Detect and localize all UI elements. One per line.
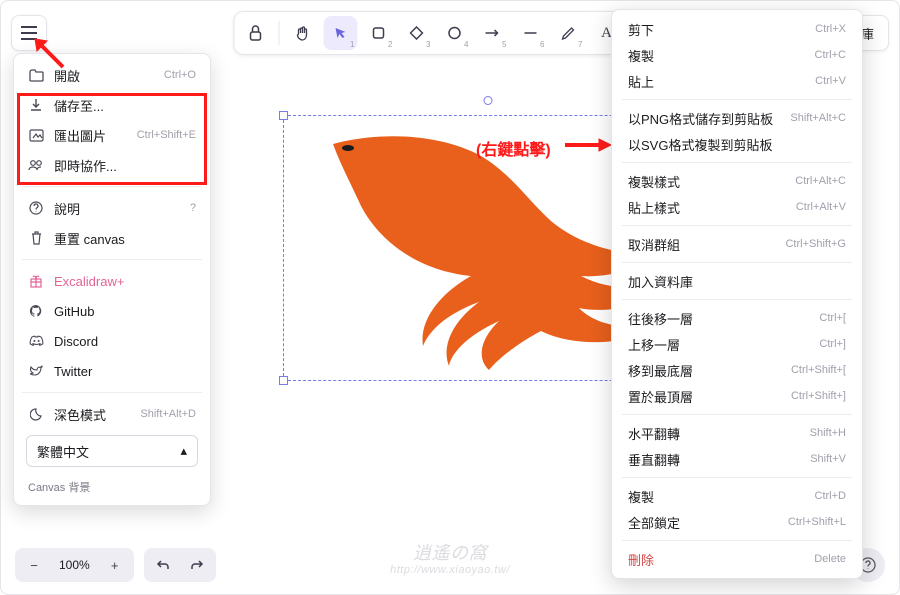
export-icon	[28, 127, 44, 143]
annotation-arrow-hamburger	[31, 35, 71, 75]
ctx-移到最底層[interactable]: 移到最底層Ctrl+Shift+[	[616, 357, 858, 383]
language-select[interactable]: 繁體中文 ▴	[26, 435, 198, 467]
line-icon	[524, 31, 538, 35]
zoom-value[interactable]: 100%	[51, 558, 98, 572]
ctx-加入資料庫[interactable]: 加入資料庫	[616, 268, 858, 294]
rotate-handle[interactable]	[484, 96, 493, 105]
hand-icon	[295, 25, 311, 41]
zoom-out-button[interactable]: −	[17, 550, 51, 580]
tool-select[interactable]: 1	[324, 16, 358, 50]
menu-dark-mode[interactable]: 深色模式 Shift+Alt+D	[20, 399, 204, 429]
chevron-up-icon: ▴	[180, 443, 187, 459]
square-icon	[372, 26, 386, 40]
ctx-往後移一層[interactable]: 往後移一層Ctrl+[	[616, 305, 858, 331]
resize-handle-bl[interactable]	[279, 376, 288, 385]
tool-hand[interactable]	[286, 16, 320, 50]
download-icon	[28, 97, 44, 113]
tool-rectangle[interactable]: 2	[362, 16, 396, 50]
twitter-icon	[28, 363, 44, 379]
watermark: 逍遙の窩 http://www.xiaoyao.tw/	[390, 544, 510, 576]
ctx-以SVG格式複製到剪貼板[interactable]: 以SVG格式複製到剪貼板	[616, 131, 858, 157]
ctx-複製[interactable]: 複製Ctrl+D	[616, 483, 858, 509]
ctx-剪下[interactable]: 剪下Ctrl+X	[616, 16, 858, 42]
lock-icon	[249, 25, 263, 41]
redo-button[interactable]	[180, 550, 214, 580]
ctx-貼上樣式[interactable]: 貼上樣式Ctrl+Alt+V	[616, 194, 858, 220]
cursor-icon	[334, 26, 348, 40]
zoom-controls: − 100% +	[15, 548, 134, 582]
menu-reset[interactable]: 重置 canvas	[20, 223, 204, 253]
menu-github[interactable]: GitHub	[20, 296, 204, 326]
main-menu: 開啟 Ctrl+O 儲存至... 匯出圖片 Ctrl+Shift+E 即時協作.…	[13, 53, 211, 506]
tool-draw[interactable]: 7	[552, 16, 586, 50]
context-menu: 剪下Ctrl+X複製Ctrl+C貼上Ctrl+V 以PNG格式儲存到剪貼板Shif…	[611, 9, 863, 579]
zoom-in-button[interactable]: +	[98, 550, 132, 580]
ctx-取消群組[interactable]: 取消群組Ctrl+Shift+G	[616, 231, 858, 257]
canvas-bg-heading: Canvas 背景	[20, 471, 204, 499]
tool-lock[interactable]	[239, 16, 273, 50]
trash-icon	[28, 230, 44, 246]
gift-icon	[28, 273, 44, 289]
tool-diamond[interactable]: 3	[400, 16, 434, 50]
annotation-text: (右鍵點擊)	[476, 136, 551, 160]
github-icon	[28, 303, 44, 319]
ctx-複製[interactable]: 複製Ctrl+C	[616, 42, 858, 68]
ctx-置於最頂層[interactable]: 置於最頂層Ctrl+Shift+]	[616, 383, 858, 409]
ctx-貼上[interactable]: 貼上Ctrl+V	[616, 68, 858, 94]
help-icon	[28, 200, 44, 216]
menu-help[interactable]: 說明 ?	[20, 193, 204, 223]
undo-button[interactable]	[146, 550, 180, 580]
annotation-arrow-context	[563, 136, 613, 154]
tool-palette: 1 2 3 4 5 6 7 A8 9	[234, 11, 667, 55]
tool-arrow[interactable]: 5	[476, 16, 510, 50]
ctx-全部鎖定[interactable]: 全部鎖定Ctrl+Shift+L	[616, 509, 858, 535]
ctx-以PNG格式儲存到剪貼板[interactable]: 以PNG格式儲存到剪貼板Shift+Alt+C	[616, 105, 858, 131]
undo-redo-controls	[144, 548, 216, 582]
tool-line[interactable]: 6	[514, 16, 548, 50]
menu-collab[interactable]: 即時協作...	[20, 150, 204, 180]
ctx-上移一層[interactable]: 上移一層Ctrl+]	[616, 331, 858, 357]
arrow-icon	[485, 28, 501, 38]
menu-export[interactable]: 匯出圖片 Ctrl+Shift+E	[20, 120, 204, 150]
discord-icon	[28, 333, 44, 349]
bottom-left-controls: − 100% +	[15, 548, 216, 582]
moon-icon	[28, 406, 44, 422]
pencil-icon	[562, 26, 576, 40]
ctx-垂直翻轉[interactable]: 垂直翻轉Shift+V	[616, 446, 858, 472]
language-value: 繁體中文	[37, 442, 89, 461]
diamond-icon	[410, 26, 424, 40]
menu-twitter[interactable]: Twitter	[20, 356, 204, 386]
tool-ellipse[interactable]: 4	[438, 16, 472, 50]
ctx-刪除[interactable]: 刪除Delete	[616, 546, 858, 572]
circle-icon	[448, 26, 462, 40]
ctx-複製樣式[interactable]: 複製樣式Ctrl+Alt+C	[616, 168, 858, 194]
resize-handle-tl[interactable]	[279, 111, 288, 120]
ctx-水平翻轉[interactable]: 水平翻轉Shift+H	[616, 420, 858, 446]
menu-saveas[interactable]: 儲存至...	[20, 90, 204, 120]
menu-discord[interactable]: Discord	[20, 326, 204, 356]
menu-excalidraw-plus[interactable]: Excalidraw+	[20, 266, 204, 296]
people-icon	[28, 157, 44, 173]
